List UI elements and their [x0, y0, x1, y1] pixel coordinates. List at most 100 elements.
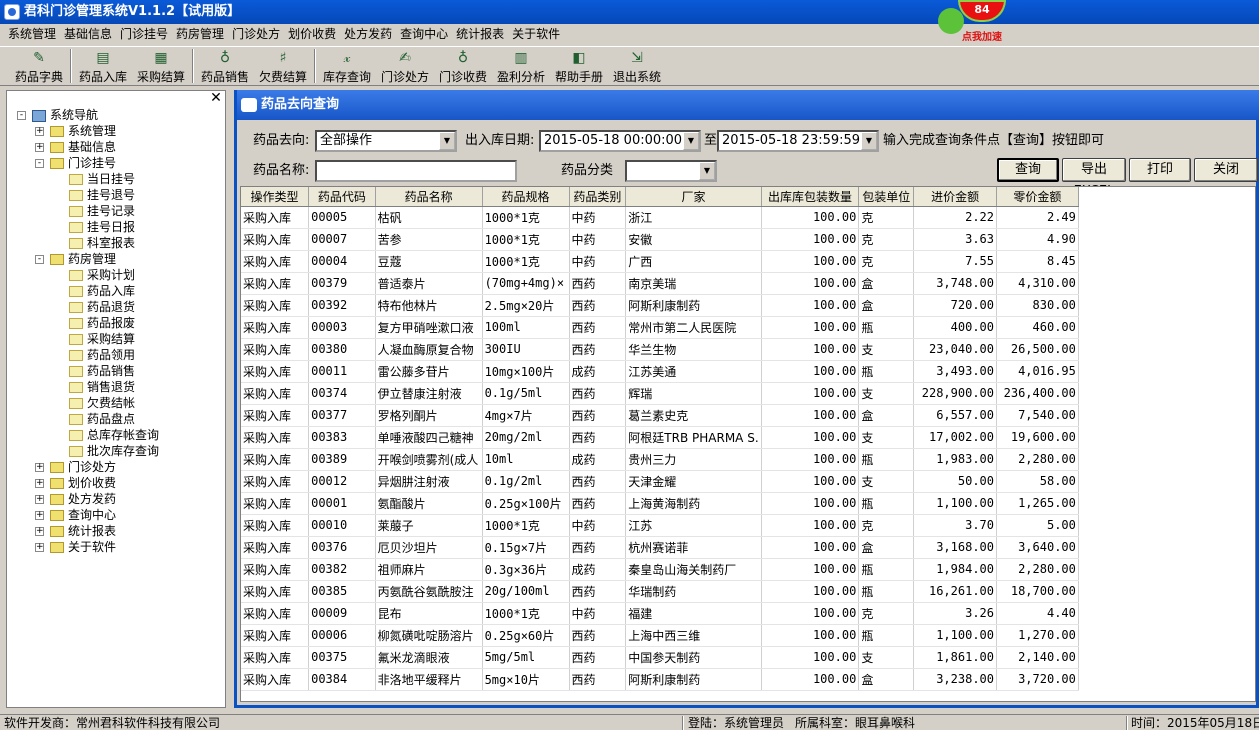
column-header[interactable]: 包装单位: [858, 187, 915, 207]
table-row[interactable]: 采购入库 00009 昆布 1000*1克 中药 福建 100.00 克 3.26 4.40: [241, 602, 1255, 625]
menu-item[interactable]: 处方发药: [340, 24, 396, 44]
table-row[interactable]: 采购入库 00389 开喉剑喷雾剂(成人 10ml 成药 贵州三力 100.00 瓶 1,983…: [241, 448, 1255, 471]
tree-item[interactable]: 药品销售: [13, 363, 223, 379]
table-row[interactable]: 采购入库 00379 普适泰片 (70mg+4mg)× 西药 南京美瑞 100.00 盒 3,7…: [241, 272, 1255, 295]
tree-item[interactable]: 药品报废: [13, 315, 223, 331]
expand-icon[interactable]: +: [35, 511, 44, 520]
tree-item[interactable]: 药品退货: [13, 299, 223, 315]
tree-item[interactable]: 批次库存查询: [13, 443, 223, 459]
tree-root[interactable]: - 系统导航: [13, 107, 223, 123]
toolbar-button[interactable]: ♁ 药品销售: [196, 47, 254, 85]
export-excel-button[interactable]: 导出EXCEL: [1062, 158, 1126, 199]
collapse-icon[interactable]: -: [35, 159, 44, 168]
drug-name-input[interactable]: [315, 160, 517, 182]
column-header[interactable]: 药品代码: [308, 187, 376, 207]
expand-icon[interactable]: +: [35, 143, 44, 152]
tree-group[interactable]: + 处方发药: [13, 491, 223, 507]
column-header[interactable]: 出库库包装数量: [761, 187, 860, 207]
toolbar-button[interactable]: ✍ 门诊处方: [376, 47, 434, 85]
table-row[interactable]: 采购入库 00377 罗格列酮片 4mg×7片 西药 葛兰素史克 100.00 盒 6,557.…: [241, 404, 1255, 427]
table-row[interactable]: 采购入库 00374 伊立替康注射液 0.1g/5ml 西药 辉瑞 100.00 支 228,9…: [241, 382, 1255, 405]
print-button[interactable]: 打印: [1129, 158, 1191, 182]
tree-item[interactable]: 采购计划: [13, 267, 223, 283]
tree-group[interactable]: + 系统管理: [13, 123, 223, 139]
menu-item[interactable]: 划价收费: [284, 24, 340, 44]
table-row[interactable]: 采购入库 00383 单唾液酸四己糖神 20mg/2ml 西药 阿根廷TRB PHARMA…: [241, 426, 1255, 449]
table-row[interactable]: 采购入库 00004 豆蔻 1000*1克 中药 广西 100.00 克 7.55 8.45: [241, 250, 1255, 273]
tree-item[interactable]: 采购结算: [13, 331, 223, 347]
menu-item[interactable]: 系统管理: [4, 24, 60, 44]
toolbar-button[interactable]: ▤ 药品入库: [74, 47, 132, 85]
table-row[interactable]: 采购入库 00003 复方甲硝唑漱口液 100ml 西药 常州市第二人民医院 100.00 瓶…: [241, 316, 1255, 339]
toolbar-button[interactable]: ◧ 帮助手册: [550, 47, 608, 85]
tree-item[interactable]: 欠费结帐: [13, 395, 223, 411]
expand-icon[interactable]: +: [35, 495, 44, 504]
column-header[interactable]: 操作类型: [241, 187, 310, 207]
date-from-picker[interactable]: 2015-05-18 00:00:00 ▼: [539, 130, 701, 152]
tree-group[interactable]: + 关于软件: [13, 539, 223, 555]
tree-item[interactable]: 挂号日报: [13, 219, 223, 235]
drug-category-select[interactable]: ▼: [625, 160, 717, 182]
table-row[interactable]: 采购入库 00001 氨酯酸片 0.25g×100片 西药 上海黄海制药 100.00 瓶 1,…: [241, 492, 1255, 515]
menu-item[interactable]: 关于软件: [508, 24, 564, 44]
column-header[interactable]: 零价金额: [996, 187, 1079, 207]
tree-group[interactable]: + 门诊处方: [13, 459, 223, 475]
collapse-icon[interactable]: -: [35, 255, 44, 264]
table-row[interactable]: 采购入库 00010 莱菔子 1000*1克 中药 江苏 100.00 克 3.70 5.00: [241, 514, 1255, 537]
expand-icon[interactable]: +: [35, 479, 44, 488]
toolbar-button[interactable]: 𝓍 库存查询: [318, 47, 376, 85]
tree-item[interactable]: 挂号退号: [13, 187, 223, 203]
table-row[interactable]: 采购入库 00392 特布他林片 2.5mg×20片 西药 阿斯利康制药 100.00 盒 72…: [241, 294, 1255, 317]
tree-item[interactable]: 总库存帐查询: [13, 427, 223, 443]
toolbar-button[interactable]: ✎ 药品字典: [10, 47, 68, 85]
table-row[interactable]: 采购入库 00375 氟米龙滴眼液 5mg/5ml 西药 中国参天制药 100.00 支 1,8…: [241, 646, 1255, 669]
expand-icon[interactable]: +: [35, 127, 44, 136]
toolbar-button[interactable]: ⇲ 退出系统: [608, 47, 666, 85]
table-row[interactable]: 采购入库 00007 苦参 1000*1克 中药 安徽 100.00 克 3.63 4.90: [241, 228, 1255, 251]
column-header[interactable]: 药品类别: [569, 187, 627, 207]
column-header[interactable]: 药品名称: [375, 187, 483, 207]
expand-icon[interactable]: +: [35, 463, 44, 472]
tree-group[interactable]: - 门诊挂号: [13, 155, 223, 171]
toolbar-button[interactable]: ▦ 采购结算: [132, 47, 190, 85]
column-header[interactable]: 进价金额: [913, 187, 997, 207]
toolbar-button[interactable]: ♁ 门诊收费: [434, 47, 492, 85]
expand-icon[interactable]: +: [35, 527, 44, 536]
menu-item[interactable]: 门诊处方: [228, 24, 284, 44]
tree-item[interactable]: 药品入库: [13, 283, 223, 299]
table-row[interactable]: 采购入库 00376 厄贝沙坦片 0.15g×7片 西药 杭州赛诺菲 100.00 盒 3,16…: [241, 536, 1255, 559]
toolbar-button[interactable]: ▥ 盈利分析: [492, 47, 550, 85]
table-row[interactable]: 采购入库 00005 枯矾 1000*1克 中药 浙江 100.00 克 2.22 2.49: [241, 206, 1255, 229]
table-row[interactable]: 采购入库 00380 人凝血酶原复合物 300IU 西药 华兰生物 100.00 支 23,04…: [241, 338, 1255, 361]
table-row[interactable]: 采购入库 00382 祖师麻片 0.3g×36片 成药 秦皇岛山海关制药厂 100.00 瓶 1…: [241, 558, 1255, 581]
table-row[interactable]: 采购入库 00011 雷公藤多苷片 10mg×100片 成药 江苏美通 100.00 瓶 3,4…: [241, 360, 1255, 383]
column-header[interactable]: 厂家: [625, 187, 762, 207]
table-row[interactable]: 采购入库 00012 异烟肼注射液 0.1g/2ml 西药 天津金耀 100.00 支 50.0…: [241, 470, 1255, 493]
column-header[interactable]: 药品规格: [482, 187, 570, 207]
tree-item[interactable]: 当日挂号: [13, 171, 223, 187]
tree-group[interactable]: - 药房管理: [13, 251, 223, 267]
tree-group[interactable]: + 划价收费: [13, 475, 223, 491]
tree-group[interactable]: + 统计报表: [13, 523, 223, 539]
toolbar-button[interactable]: ♯ 欠费结算: [254, 47, 312, 85]
tree-item[interactable]: 药品领用: [13, 347, 223, 363]
tree-item[interactable]: 挂号记录: [13, 203, 223, 219]
tree-group[interactable]: + 查询中心: [13, 507, 223, 523]
close-button[interactable]: 关闭: [1194, 158, 1258, 182]
expand-icon[interactable]: +: [35, 543, 44, 552]
tree-item[interactable]: 药品盘点: [13, 411, 223, 427]
menu-item[interactable]: 基础信息: [60, 24, 116, 44]
menu-item[interactable]: 查询中心: [396, 24, 452, 44]
direction-select[interactable]: 全部操作 ▼: [315, 130, 457, 152]
date-to-picker[interactable]: 2015-05-18 23:59:59 ▼: [717, 130, 879, 152]
tree-group[interactable]: + 基础信息: [13, 139, 223, 155]
table-row[interactable]: 采购入库 00385 丙氨酰谷氨酰胺注 20g/100ml 西药 华瑞制药 100.00 瓶 1…: [241, 580, 1255, 603]
close-icon[interactable]: ✕: [209, 91, 223, 105]
table-row[interactable]: 采购入库 00006 柳氮磺吡啶肠溶片 0.25g×60片 西药 上海中西三维 100.00…: [241, 624, 1255, 647]
menu-item[interactable]: 药房管理: [172, 24, 228, 44]
menu-item[interactable]: 门诊挂号: [116, 24, 172, 44]
collapse-icon[interactable]: -: [17, 111, 26, 120]
tree-item[interactable]: 科室报表: [13, 235, 223, 251]
table-row[interactable]: 采购入库 00384 非洛地平缓释片 5mg×10片 西药 阿斯利康制药 100.00 盒 3,…: [241, 668, 1255, 691]
tree-item[interactable]: 销售退货: [13, 379, 223, 395]
